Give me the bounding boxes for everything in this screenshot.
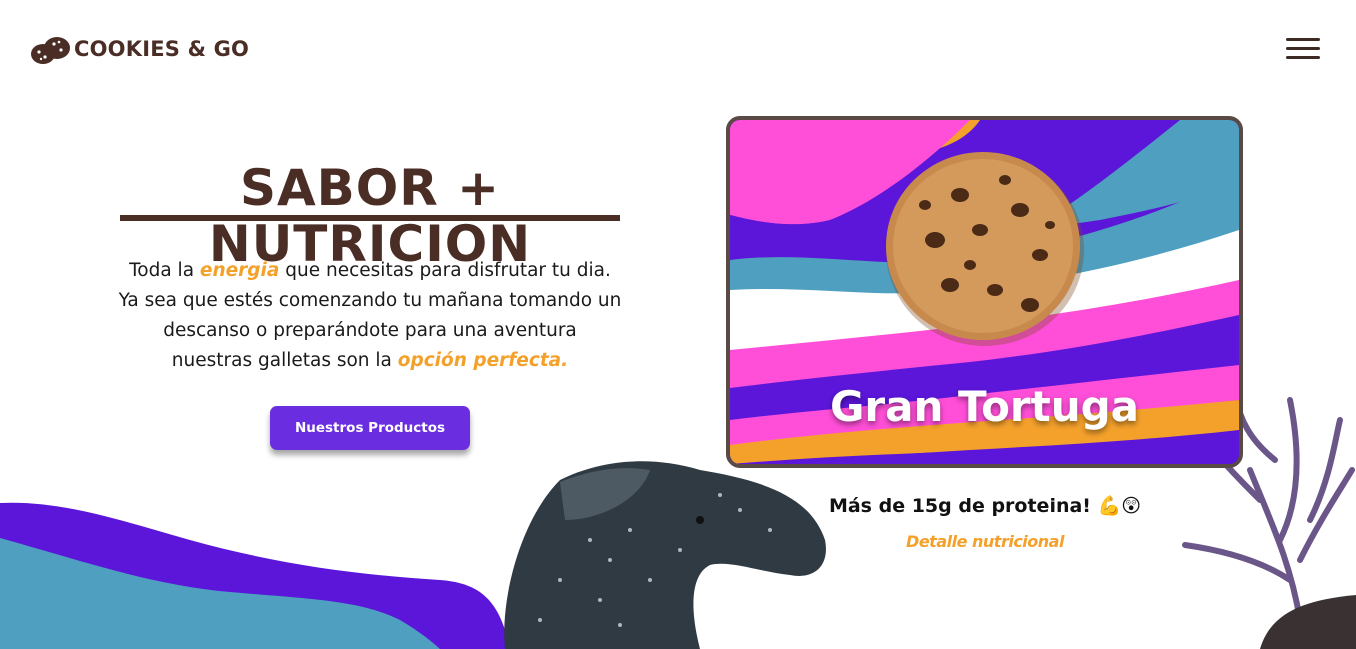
highlight-opcion-perfecta: opción perfecta.: [397, 350, 569, 371]
cookies-icon: [31, 37, 70, 64]
hero-text-segment: nuestras galletas son la: [171, 350, 398, 371]
hamburger-menu-icon[interactable]: [1286, 38, 1320, 62]
product-card[interactable]: Gran Tortuga: [726, 116, 1243, 468]
hero-title-underline: [120, 215, 620, 221]
hero-text-line: descanso o preparándote para una aventur…: [163, 320, 577, 341]
products-button[interactable]: Nuestros Productos: [270, 406, 470, 450]
hero-text-line: Ya sea que estés comenzando tu mañana to…: [118, 290, 622, 311]
highlight-energia: energia: [199, 260, 280, 281]
brand-name: COOKIES & GO: [74, 37, 250, 61]
nutrition-detail-link[interactable]: Detalle nutricional: [850, 532, 1120, 551]
hero-text-segment: Toda la: [129, 260, 200, 281]
hero-text-segment: que necesitas para disfrutar tu dia.: [279, 260, 611, 281]
hero-description: Toda la energia que necesitas para disfr…: [100, 256, 640, 376]
sea-turtle-image: [504, 461, 826, 649]
brand-logo[interactable]: COOKIES & GO: [30, 32, 249, 66]
protein-text: Más de 15g de proteina! 💪😲: [828, 495, 1142, 517]
product-name: Gran Tortuga: [829, 382, 1140, 431]
